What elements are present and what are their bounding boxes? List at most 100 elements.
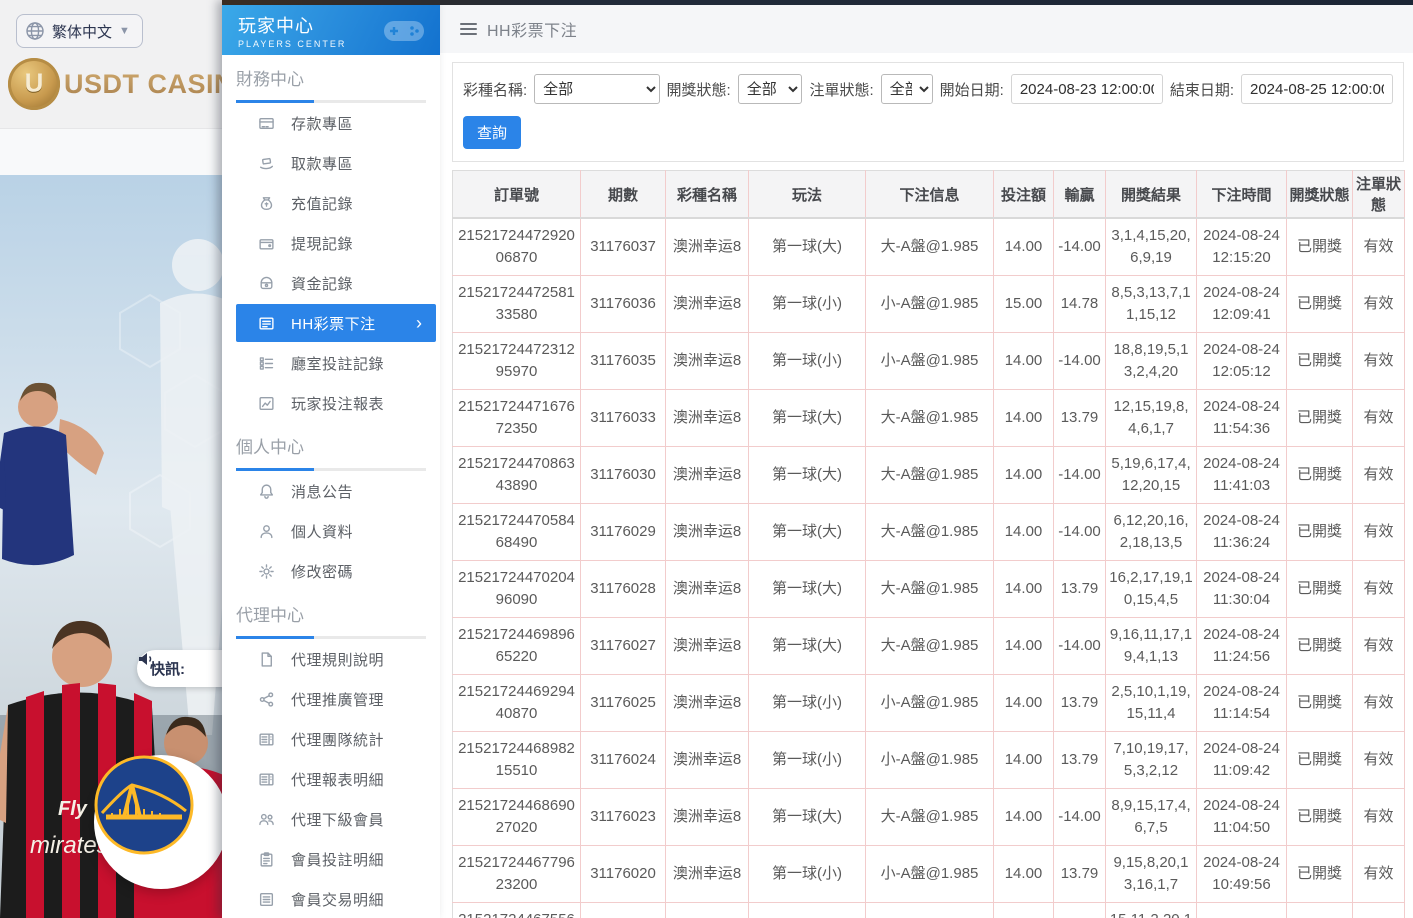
site-logo[interactable]: U USDT CASINO [8,58,222,110]
cell-draw-result: 8,9,15,17,4,6,7,5 [1106,788,1197,845]
cell-win-loss: -14.00 [1054,218,1106,275]
draw-status-select[interactable]: 全部 [738,74,803,104]
search-button[interactable]: 查詢 [463,116,521,149]
sidebar-item-HH彩票下注[interactable]: HH彩票下注› [236,304,436,342]
warriors-logo-icon [94,755,194,855]
newspaper-icon [258,771,275,788]
order-status-select[interactable]: 全部 [881,74,933,104]
cell-order-status: 有效 [1353,446,1405,503]
table-row: 215217244729200687031176037澳洲幸运8第一球(大)大-… [453,218,1405,275]
page-title: HH彩票下注 [487,17,577,41]
sidebar-item-資金記錄[interactable]: 資金記錄 [222,263,440,303]
sidebar-item-代理推廣管理[interactable]: 代理推廣管理 [222,679,440,719]
sidebar-item-label: 廳室投註記錄 [291,353,384,374]
top-dark-strip [222,0,1413,5]
sidebar-item-提現記錄[interactable]: 提現記錄 [222,223,440,263]
language-selector[interactable]: 繁体中文 ▼ [16,14,143,48]
cell-bet-time: 2024-08-24 11:54:36 [1197,389,1287,446]
end-date-input[interactable] [1241,74,1393,104]
sidebar-item-消息公告[interactable]: 消息公告 [222,471,440,511]
cell-win-loss: 13.79 [1054,674,1106,731]
lottery-select[interactable]: 全部 [534,74,659,104]
cell-play-type: 第一球(小) [749,674,866,731]
cell-period: 31176023 [581,788,666,845]
cell-draw-result: 7,10,19,17,5,3,2,12 [1106,731,1197,788]
cell-bet-info: 大-A盤@1.985 [866,902,994,918]
sidebar-item-個人資料[interactable]: 個人資料 [222,511,440,551]
sidebar-item-會員投註明細[interactable]: 會員投註明細 [222,839,440,879]
cell-play-type: 第一球(小) [749,845,866,902]
globe-icon [25,21,45,41]
cell-bet-time: 2024-08-24 12:15:20 [1197,218,1287,275]
table-row: 215217244705846849031176029澳洲幸运8第一球(大)大-… [453,503,1405,560]
cell-lottery-name: 澳洲幸运8 [666,788,749,845]
sidebar-item-會員交易明細[interactable]: 會員交易明細 [222,879,440,918]
sidebar-item-代理團隊統計[interactable]: 代理團隊統計 [222,719,440,759]
sidebar-item-充值記錄[interactable]: 充值記錄 [222,183,440,223]
cell-win-loss: 13.79 [1054,560,1106,617]
sidebar-item-廳室投註記錄[interactable]: 廳室投註記錄 [222,343,440,383]
cell-bet-amount: 14.00 [994,446,1054,503]
sidebar-item-取款專區[interactable]: 取款專區 [222,143,440,183]
usdt-coin-icon: U [8,58,60,110]
end-date-label: 結束日期: [1170,79,1234,100]
sidebar-item-玩家投注報表[interactable]: 玩家投注報表 [222,383,440,423]
cell-bet-amount: 14.00 [994,731,1054,788]
sidebar-item-label: 玩家投注報表 [291,393,384,414]
cell-order-status: 有效 [1353,560,1405,617]
cell-order-status: 有效 [1353,503,1405,560]
hero-banner: Fly mirates Standard Chartered 快訊: [0,175,222,918]
cell-order-no: 2152172447086343890 [453,446,581,503]
background-topbar: 繁体中文 ▼ U USDT CASINO [0,0,222,128]
column-header-play-type: 玩法 [749,171,866,219]
floating-team-logo-button[interactable] [94,755,222,889]
cell-bet-info: 小-A盤@1.985 [866,332,994,389]
cell-play-type: 第一球(小) [749,275,866,332]
purse-icon [258,275,275,292]
cell-draw-status: 已開獎 [1287,503,1353,560]
cell-bet-amount: 14.00 [994,332,1054,389]
cell-draw-result: 18,8,19,5,13,2,4,20 [1106,332,1197,389]
ticker-label: 快訊: [150,658,185,679]
cell-win-loss: -14.00 [1054,617,1106,674]
filter-panel: 彩種名稱: 全部 開獎狀態: 全部 注單狀態: 全部 開始日期: 結束日期: 查… [452,62,1404,162]
cell-draw-status: 已開獎 [1287,902,1353,918]
table-row: 215217244686902702031176023澳洲幸运8第一球(大)大-… [453,788,1405,845]
cell-draw-result: 15,11,2,20,14, [1106,902,1197,918]
language-label: 繁体中文 [52,21,112,42]
cell-order-no: 2152172447020496090 [453,560,581,617]
cell-lottery-name: 澳洲幸运8 [666,332,749,389]
cell-bet-amount: 14.00 [994,560,1054,617]
sidebar-section-heading: 財務中心 [222,55,440,103]
users-icon [258,811,275,828]
cell-bet-time: 2024-08-24 11:04:50 [1197,788,1287,845]
cell-bet-info: 大-A盤@1.985 [866,617,994,674]
table-row: 215217244689821551031176024澳洲幸运8第一球(小)小-… [453,731,1405,788]
speaker-icon [137,650,155,668]
table-row: 215217244677962320031176020澳洲幸运8第一球(小)小-… [453,845,1405,902]
sidebar-item-存款專區[interactable]: 存款專區 [222,103,440,143]
cell-order-status: 有效 [1353,275,1405,332]
cell-order-no: 2152172447231295970 [453,332,581,389]
sidebar-item-label: 提現記錄 [291,233,353,254]
sidebar-item-label: 取款專區 [291,153,353,174]
cell-draw-status: 已開獎 [1287,218,1353,275]
cell-bet-info: 大-A盤@1.985 [866,560,994,617]
cell-lottery-name: 澳洲幸运8 [666,275,749,332]
cell-order-no: 2152172447292006870 [453,218,581,275]
sidebar-item-代理報表明細[interactable]: 代理報表明細 [222,759,440,799]
cell-win-loss: -14.00 [1054,788,1106,845]
cell-draw-result: 5,19,6,17,4,12,20,15 [1106,446,1197,503]
cell-play-type: 第一球(大) [749,560,866,617]
cell-lottery-name: 澳洲幸运8 [666,503,749,560]
start-date-input[interactable] [1011,74,1163,104]
hamburger-menu-icon[interactable] [460,23,477,35]
cell-lottery-name: 澳洲幸运8 [666,674,749,731]
cell-bet-time: 2024-08-24 11:09:42 [1197,731,1287,788]
sidebar-item-代理規則說明[interactable]: 代理規則說明 [222,639,440,679]
sidebar-item-label: 代理規則說明 [291,649,384,670]
sidebar-item-修改密碼[interactable]: 修改密碼 [222,551,440,591]
sidebar-item-代理下級會員[interactable]: 代理下級會員 [222,799,440,839]
cell-bet-time: 2024-08-24 12:09:41 [1197,275,1287,332]
cell-bet-info: 小-A盤@1.985 [866,731,994,788]
